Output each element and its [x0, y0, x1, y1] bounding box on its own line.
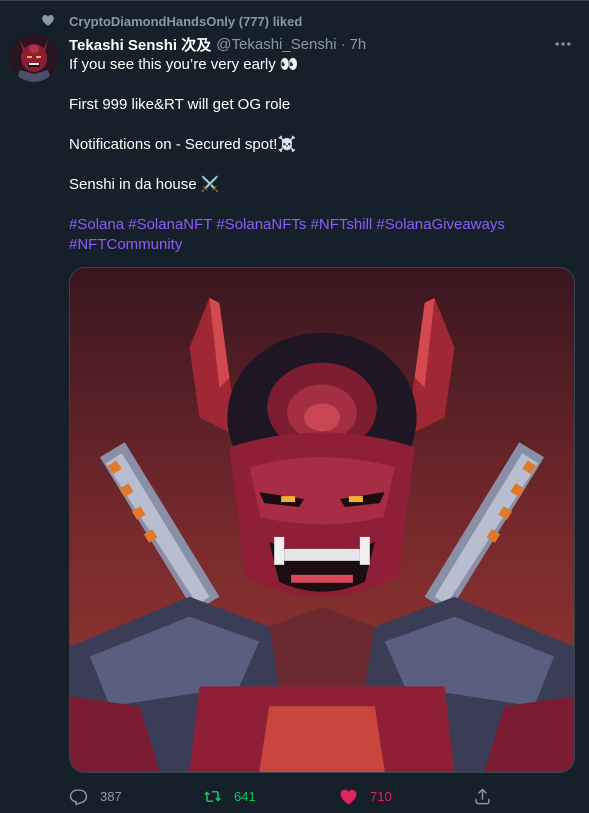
like-button[interactable]: 710	[339, 784, 392, 808]
timestamp[interactable]: 7h	[350, 36, 367, 53]
tweet-media[interactable]	[69, 267, 575, 773]
hashtags: #Solana #SolanaNFT #SolanaNFTs #NFTshill…	[69, 215, 574, 255]
heart-icon	[41, 13, 55, 30]
separator-dot: ·	[340, 35, 346, 53]
hashtag-link[interactable]: #NFTCommunity	[69, 236, 182, 253]
more-icon	[555, 42, 571, 46]
tweet-line: Notifications on - Secured spot!☠️	[69, 136, 297, 153]
share-button[interactable]	[473, 784, 492, 808]
tweet-line: Senshi in da house ⚔️	[69, 176, 220, 193]
hashtag-link[interactable]: #SolanaNFT	[128, 216, 212, 233]
retweet-icon	[204, 790, 221, 802]
avatar-image	[10, 34, 58, 82]
like-count: 710	[370, 788, 392, 804]
social-context: CryptoDiamondHandsOnly (777) liked	[41, 12, 302, 30]
retweet-count: 641	[234, 788, 256, 804]
hashtag-link[interactable]: #NFTshill	[311, 216, 373, 233]
more-options-button[interactable]	[551, 34, 575, 54]
like-icon	[340, 789, 357, 804]
samurai-demon-artwork	[70, 268, 574, 772]
avatar[interactable]	[10, 34, 58, 82]
reply-button[interactable]: 387	[69, 784, 122, 808]
tweet-line: First 999 like&RT will get OG role	[69, 96, 291, 113]
tweet-header: Tekashi Senshi 次及 @Tekashi_Senshi · 7h	[69, 34, 575, 54]
user-handle[interactable]: @Tekashi_Senshi	[216, 36, 336, 53]
tweet-actions: 387 641 710	[69, 784, 499, 808]
hashtag-link[interactable]: #Solana	[69, 216, 124, 233]
tweet-line: If you see this you’re very early 👀	[69, 56, 299, 73]
reply-count: 387	[100, 788, 122, 804]
social-context-link[interactable]: CryptoDiamondHandsOnly (777) liked	[69, 14, 302, 29]
hashtag-link[interactable]: #SolanaNFTs	[216, 216, 306, 233]
hashtag-link[interactable]: #SolanaGiveaways	[376, 216, 504, 233]
share-icon	[475, 787, 490, 804]
top-divider	[0, 0, 589, 1]
reply-icon	[69, 788, 88, 805]
retweet-button[interactable]: 641	[203, 784, 256, 808]
display-name[interactable]: Tekashi Senshi 次及	[69, 34, 211, 55]
tweet-body: If you see this you’re very early 👀 Firs…	[69, 55, 574, 255]
